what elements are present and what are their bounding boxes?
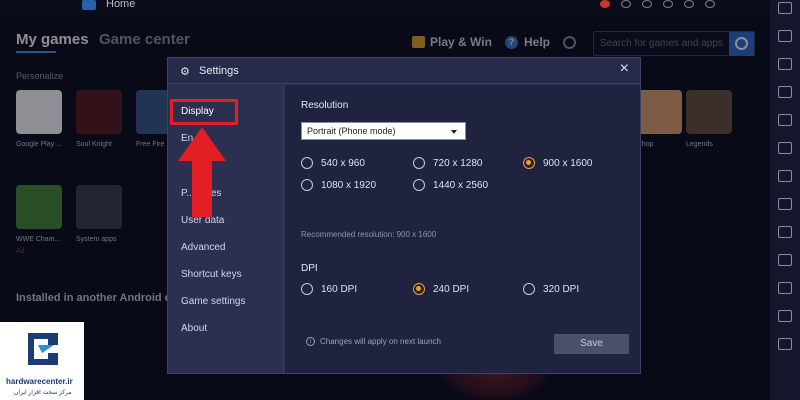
bluestacks-logo xyxy=(4,0,64,8)
title-bar-icons xyxy=(600,0,715,10)
orientation-select[interactable]: Portrait (Phone mode) xyxy=(301,122,466,140)
radio-540x960[interactable]: 540 x 960 xyxy=(301,157,365,169)
radio-circle xyxy=(523,283,535,295)
orientation-value: Portrait (Phone mode) xyxy=(307,126,396,136)
radio-circle xyxy=(413,157,425,169)
radio-label: 540 x 960 xyxy=(321,157,365,169)
radio-label: 1080 x 1920 xyxy=(321,179,377,191)
watermark: hardwarecenter.ir مرکز سخت افزار ایران xyxy=(0,322,84,400)
radio-label: 1440 x 2560 xyxy=(433,179,489,191)
watermark-site: hardwarecenter.ir xyxy=(6,377,73,386)
radio-label: 160 DPI xyxy=(321,283,358,295)
nav-item-shortcut-keys[interactable]: Shortcut keys xyxy=(181,269,242,280)
settings-dialog: ⚙ Settings × Display En P...ences User d… xyxy=(167,57,641,374)
record-icon[interactable] xyxy=(778,198,792,210)
radio-circle xyxy=(301,179,313,191)
radio-circle xyxy=(413,283,425,295)
more-icon[interactable] xyxy=(778,310,792,322)
radio-label: 900 x 1600 xyxy=(543,157,593,169)
account-icon[interactable] xyxy=(621,0,631,8)
radio-label: 240 DPI xyxy=(433,283,470,295)
install-apk-icon[interactable] xyxy=(778,142,792,154)
radio-320dpi[interactable]: 320 DPI xyxy=(523,283,579,295)
nav-item-display[interactable]: Display xyxy=(181,106,214,117)
radio-circle xyxy=(301,283,313,295)
dialog-title: Settings xyxy=(199,65,239,77)
title-bar: Home xyxy=(0,0,770,14)
annotation-arrow-icon xyxy=(178,127,226,217)
resolution-heading: Resolution xyxy=(301,100,349,111)
rotate-icon[interactable] xyxy=(778,282,792,294)
shake-icon[interactable] xyxy=(778,254,792,266)
radio-1440x2560[interactable]: 1440 x 2560 xyxy=(413,179,488,191)
restart-note: i Changes will apply on next launch xyxy=(306,337,441,346)
close-icon[interactable]: × xyxy=(620,61,629,77)
home-tab[interactable]: Home xyxy=(106,0,135,10)
cursor-icon[interactable] xyxy=(778,86,792,98)
radio-160dpi[interactable]: 160 DPI xyxy=(301,283,357,295)
radio-900x1600[interactable]: 900 x 1600 xyxy=(523,157,593,169)
gear-icon: ⚙ xyxy=(180,66,190,78)
radio-label: 320 DPI xyxy=(543,283,580,295)
keyboard-icon[interactable] xyxy=(778,114,792,126)
location-icon[interactable] xyxy=(778,226,792,238)
screenshot-icon[interactable] xyxy=(778,170,792,182)
nav-item-advanced[interactable]: Advanced xyxy=(181,242,225,253)
nav-item-game-settings[interactable]: Game settings xyxy=(181,296,245,307)
notification-icon[interactable] xyxy=(600,0,610,8)
fullscreen-icon[interactable] xyxy=(778,2,792,14)
expand-icon[interactable] xyxy=(778,30,792,42)
radio-circle xyxy=(413,179,425,191)
radio-240dpi[interactable]: 240 DPI xyxy=(413,283,469,295)
radio-label: 720 x 1280 xyxy=(433,157,483,169)
display-settings-panel: Resolution Portrait (Phone mode) 540 x 9… xyxy=(285,85,640,373)
dpi-heading: DPI xyxy=(301,263,318,274)
radio-circle xyxy=(523,157,535,169)
info-icon: i xyxy=(306,337,315,346)
shield-icon[interactable] xyxy=(642,0,652,8)
nav-item-about[interactable]: About xyxy=(181,323,207,334)
maximize-icon[interactable] xyxy=(705,0,715,8)
menu-icon[interactable] xyxy=(663,0,673,8)
settings-gear-icon[interactable] xyxy=(778,338,792,350)
note-text: Changes will apply on next launch xyxy=(320,337,441,346)
minimize-icon[interactable] xyxy=(684,0,694,8)
volume-icon[interactable] xyxy=(778,58,792,70)
chevron-down-icon xyxy=(451,130,457,134)
recommended-resolution: Recommended resolution: 900 x 1600 xyxy=(301,230,437,239)
dialog-header: ⚙ Settings × xyxy=(168,58,640,84)
radio-1080x1920[interactable]: 1080 x 1920 xyxy=(301,179,376,191)
save-button[interactable]: Save xyxy=(554,334,629,354)
home-icon[interactable] xyxy=(82,0,96,10)
hardwarecenter-logo xyxy=(28,333,58,365)
watermark-subtitle: مرکز سخت افزار ایران xyxy=(14,390,72,396)
radio-720x1280[interactable]: 720 x 1280 xyxy=(413,157,483,169)
right-toolbar xyxy=(770,0,800,400)
radio-circle xyxy=(301,157,313,169)
